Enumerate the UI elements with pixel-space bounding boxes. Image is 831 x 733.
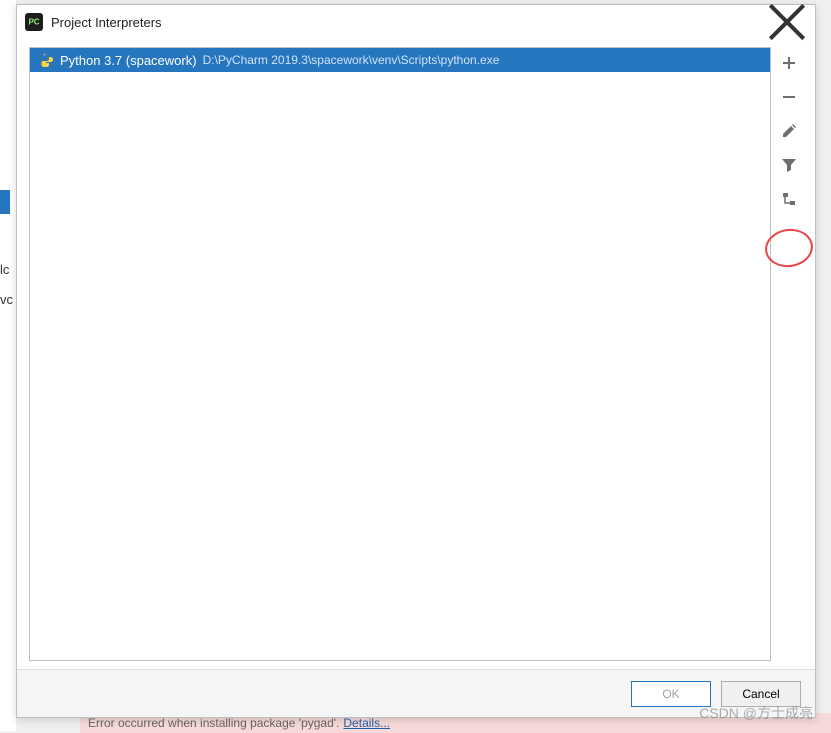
- interpreter-item[interactable]: Python 3.7 (spacework) D:\PyCharm 2019.3…: [30, 48, 770, 72]
- add-button[interactable]: [777, 51, 801, 75]
- filter-button[interactable]: [777, 153, 801, 177]
- python-icon: [38, 52, 54, 68]
- error-details-link[interactable]: Details...: [343, 716, 390, 730]
- bg-text-1: lc: [0, 262, 9, 277]
- edit-button[interactable]: [777, 119, 801, 143]
- interpreter-list[interactable]: Python 3.7 (spacework) D:\PyCharm 2019.3…: [29, 47, 771, 661]
- project-interpreters-dialog: Project Interpreters Python 3.7 (spacewo…: [16, 4, 816, 718]
- minus-icon: [781, 89, 797, 105]
- close-button[interactable]: [767, 7, 807, 37]
- interpreter-name: Python 3.7 (spacework): [60, 53, 197, 68]
- titlebar: Project Interpreters: [17, 5, 815, 39]
- funnel-icon: [781, 157, 797, 173]
- show-paths-button[interactable]: [777, 187, 801, 211]
- remove-button[interactable]: [777, 85, 801, 109]
- close-icon: [767, 2, 807, 42]
- pycharm-icon: [25, 13, 43, 31]
- tree-icon: [781, 191, 797, 207]
- error-message: Error occurred when installing package '…: [88, 716, 339, 730]
- interpreter-path: D:\PyCharm 2019.3\spacework\venv\Scripts…: [203, 53, 500, 67]
- cancel-button[interactable]: Cancel: [721, 681, 801, 707]
- dialog-footer: OK Cancel: [17, 669, 815, 717]
- plus-icon: [781, 55, 797, 71]
- dialog-title: Project Interpreters: [51, 15, 767, 30]
- selection-indicator: [0, 190, 10, 214]
- ok-button[interactable]: OK: [631, 681, 711, 707]
- toolbar: [775, 47, 803, 661]
- pencil-icon: [781, 123, 797, 139]
- background-panel: lc vc: [0, 0, 16, 731]
- dialog-body: Python 3.7 (spacework) D:\PyCharm 2019.3…: [17, 39, 815, 669]
- bg-text-2: vc: [0, 292, 13, 307]
